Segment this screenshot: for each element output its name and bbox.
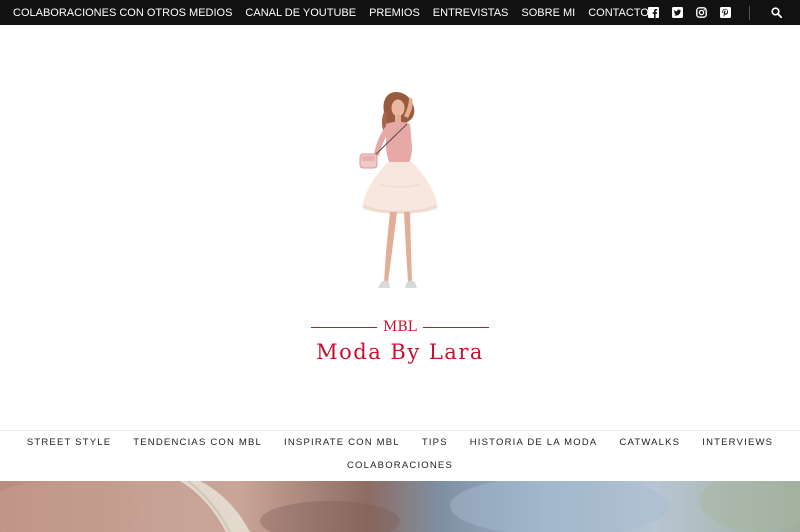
hero-photo — [0, 481, 800, 532]
top-link-entrevistas[interactable]: ENTREVISTAS — [433, 7, 509, 19]
pinterest-icon[interactable] — [720, 7, 731, 18]
top-link-sobre-mi[interactable]: SOBRE MI — [521, 7, 575, 19]
logo-mbl: MBL — [305, 318, 495, 336]
nav-street-style[interactable]: STREET STYLE — [27, 437, 111, 448]
top-link-canal-youtube[interactable]: CANAL DE YOUTUBE — [245, 7, 356, 19]
nav-inspirate[interactable]: INSPIRATE CON MBL — [284, 437, 400, 448]
top-link-premios[interactable]: PREMIOS — [369, 7, 420, 19]
nav-catwalks[interactable]: CATWALKS — [619, 437, 680, 448]
nav-tips[interactable]: TIPS — [422, 437, 448, 448]
fashion-girl-illustration — [359, 92, 438, 288]
logo-rule-left — [311, 326, 378, 328]
logo-mbl-text: MBL — [383, 319, 417, 335]
top-nav: COLABORACIONES CON OTROS MEDIOS CANAL DE… — [13, 0, 662, 25]
divider — [749, 5, 750, 20]
main-nav-row: COLABORACIONES — [0, 460, 800, 471]
main-nav: STREET STYLE TENDENCIAS CON MBL INSPIRAT… — [0, 430, 800, 482]
social-links — [635, 0, 782, 25]
main-nav-row: STREET STYLE TENDENCIAS CON MBL INSPIRAT… — [0, 437, 800, 448]
nav-interviews[interactable]: INTERVIEWS — [702, 437, 773, 448]
top-link-colaboraciones-medios[interactable]: COLABORACIONES CON OTROS MEDIOS — [13, 7, 232, 19]
search-icon[interactable] — [771, 7, 782, 18]
twitter-icon[interactable] — [672, 7, 683, 18]
instagram-icon[interactable] — [696, 7, 707, 18]
nav-historia-moda[interactable]: HISTORIA DE LA MODA — [470, 437, 598, 448]
nav-colaboraciones[interactable]: COLABORACIONES — [347, 460, 453, 471]
hero-image[interactable] — [0, 481, 800, 532]
nav-tendencias[interactable]: TENDENCIAS CON MBL — [133, 437, 262, 448]
facebook-icon[interactable] — [648, 7, 659, 18]
site-brand[interactable]: Moda By Lara — [290, 340, 510, 364]
top-bar: COLABORACIONES CON OTROS MEDIOS CANAL DE… — [0, 0, 800, 25]
logo-rule-right — [422, 326, 490, 328]
